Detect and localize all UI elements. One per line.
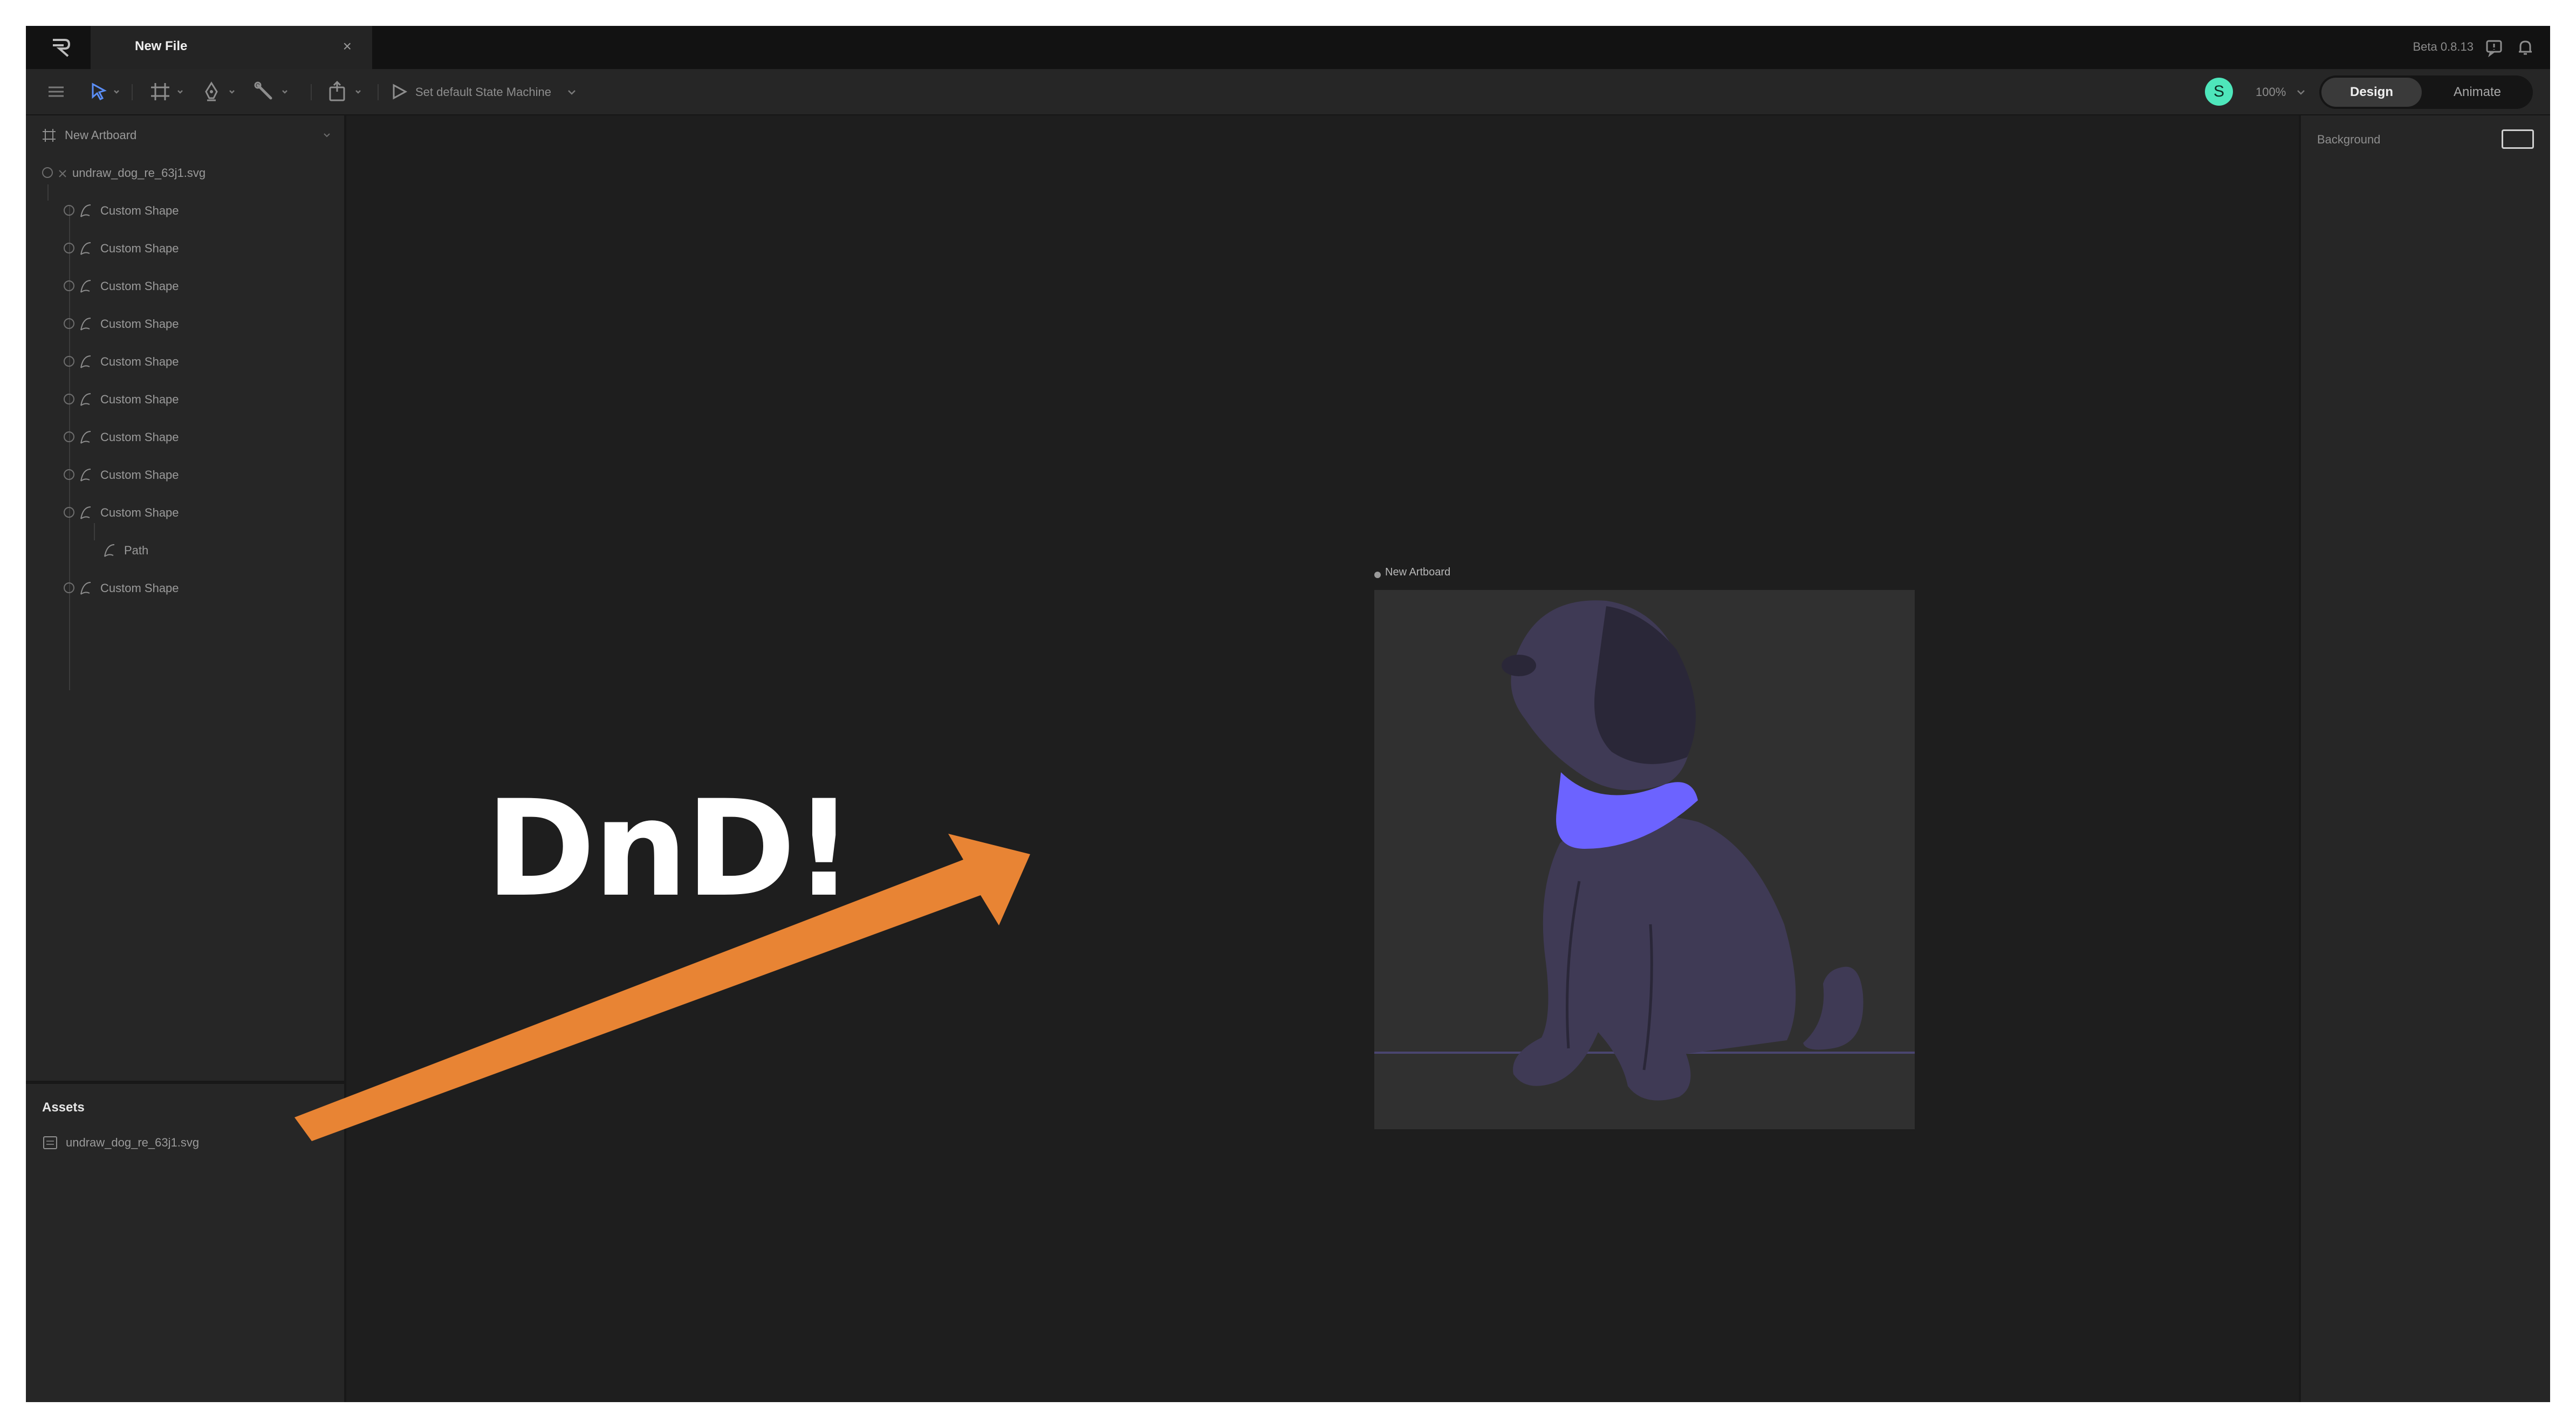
tree-item-custom-shape[interactable]: Custom Shape [64, 200, 333, 221]
tree-item-label: Custom Shape [100, 506, 179, 519]
custom-shape-icon [80, 393, 91, 406]
tree-item-label: Custom Shape [100, 393, 179, 406]
custom-shape-icon [80, 242, 91, 255]
dnd-annotation-text: DnD! [485, 772, 854, 926]
toolbar-separator [311, 84, 312, 100]
tree-item-label: undraw_dog_re_63j1.svg [72, 166, 206, 180]
chevron-down-icon[interactable] [565, 80, 578, 104]
chevron-down-icon[interactable] [2294, 80, 2307, 104]
mode-switch: Design Animate [2319, 75, 2533, 109]
expand-toggle-icon[interactable] [64, 280, 74, 291]
design-mode-button[interactable]: Design [2321, 78, 2422, 107]
custom-shape-icon [80, 355, 91, 368]
close-tab-icon[interactable]: × [343, 38, 352, 55]
user-avatar[interactable]: S [2205, 78, 2233, 106]
zoom-level-dropdown[interactable]: 100% [2256, 85, 2286, 99]
tree-item-svg-group[interactable]: undraw_dog_re_63j1.svg [42, 162, 333, 183]
inspector-panel: Background [2299, 115, 2550, 1402]
tree-item-custom-shape[interactable]: Custom Shape [64, 237, 333, 259]
tree-item-path[interactable]: Path [101, 539, 317, 561]
toolbar-separator [132, 84, 133, 100]
play-icon[interactable] [388, 80, 410, 104]
path-icon [104, 544, 115, 557]
expand-toggle-icon[interactable] [64, 356, 74, 367]
dog-illustration[interactable] [1374, 590, 1915, 1129]
tree-item-label: Custom Shape [100, 468, 179, 482]
file-tab-label: New File [135, 39, 188, 53]
state-machine-dropdown[interactable]: Set default State Machine [415, 85, 551, 99]
asset-item-label: undraw_dog_re_63j1.svg [66, 1136, 200, 1149]
custom-shape-icon [80, 431, 91, 444]
group-icon [59, 170, 66, 177]
tree-item-custom-shape[interactable]: Custom Shape [64, 351, 333, 372]
tree-item-label: Custom Shape [100, 430, 179, 444]
collapse-toggle-icon[interactable] [64, 507, 74, 518]
artboard-tool-icon[interactable] [148, 80, 188, 104]
bone-tool-icon[interactable] [252, 80, 292, 104]
toolbar-separator [378, 84, 379, 100]
tree-item-custom-shape[interactable]: Custom Shape [64, 313, 333, 334]
pen-tool-icon[interactable] [200, 80, 239, 104]
artboard[interactable] [1374, 590, 1915, 1129]
artboard-title[interactable]: New Artboard [1385, 566, 1450, 579]
export-tool-icon[interactable] [326, 80, 366, 104]
expand-toggle-icon[interactable] [64, 318, 74, 329]
custom-shape-icon [80, 280, 91, 293]
file-tab[interactable]: New File × [91, 26, 372, 69]
layer-tree: New Artboard undraw_dog_re_63j1.svg Cust… [26, 115, 344, 1081]
background-label: Background [2317, 133, 2381, 146]
custom-shape-icon [80, 204, 91, 217]
collapse-toggle-icon[interactable] [42, 167, 53, 178]
tree-item-custom-shape[interactable]: Custom Shape [64, 388, 333, 410]
custom-shape-icon [80, 506, 91, 519]
tree-item-label: Custom Shape [100, 581, 179, 595]
custom-shape-icon [80, 469, 91, 482]
title-bar: New File × Beta 0.8.13 [26, 26, 2550, 69]
background-color-swatch[interactable] [2502, 129, 2534, 149]
tree-connector [94, 523, 95, 540]
tree-item-label: Custom Shape [100, 317, 179, 331]
custom-shape-icon [80, 318, 91, 331]
expand-toggle-icon[interactable] [64, 469, 74, 480]
expand-toggle-icon[interactable] [64, 394, 74, 404]
rive-logo-icon[interactable] [49, 36, 72, 59]
tree-connector [47, 184, 49, 201]
panel-divider[interactable] [26, 1081, 344, 1084]
tree-item-label: Custom Shape [100, 204, 179, 217]
tree-item-label: Custom Shape [100, 355, 179, 368]
expand-toggle-icon[interactable] [64, 205, 74, 216]
assets-heading: Assets [42, 1100, 85, 1115]
tree-item-artboard[interactable]: New Artboard [41, 124, 332, 146]
tree-item-custom-shape-expanded[interactable]: Custom Shape [64, 502, 333, 523]
rive-editor-window: New File × Beta 0.8.13 Set default State… [26, 26, 2550, 1402]
tree-item-custom-shape[interactable]: Custom Shape [64, 426, 333, 448]
tree-item-label: New Artboard [65, 128, 137, 142]
tree-item-custom-shape[interactable]: Custom Shape [64, 464, 333, 485]
select-tool-icon[interactable] [86, 80, 124, 104]
tree-item-label: Path [124, 544, 149, 557]
expand-toggle-icon[interactable] [64, 582, 74, 593]
expand-toggle-icon[interactable] [64, 243, 74, 253]
stage-canvas[interactable]: New Artboard [346, 115, 2299, 1402]
notification-bell-icon[interactable] [2516, 38, 2535, 57]
tree-item-custom-shape[interactable]: Custom Shape [64, 577, 333, 599]
hierarchy-panel: New Artboard undraw_dog_re_63j1.svg Cust… [26, 115, 346, 1402]
svg-file-icon [43, 1136, 57, 1149]
feedback-icon[interactable] [2484, 38, 2504, 57]
chevron-down-icon[interactable] [321, 129, 332, 140]
tree-item-label: Custom Shape [100, 242, 179, 255]
artboard-icon [43, 129, 56, 142]
tree-item-custom-shape[interactable]: Custom Shape [64, 275, 333, 297]
version-label: Beta 0.8.13 [2413, 40, 2474, 53]
artboard-indicator-icon [1374, 572, 1381, 578]
custom-shape-icon [80, 582, 91, 595]
expand-toggle-icon[interactable] [64, 431, 74, 442]
animate-mode-button[interactable]: Animate [2427, 78, 2527, 107]
main-toolbar: Set default State Machine S 100% Design … [26, 69, 2550, 115]
hamburger-menu-icon[interactable] [44, 80, 68, 104]
tree-item-label: Custom Shape [100, 279, 179, 293]
